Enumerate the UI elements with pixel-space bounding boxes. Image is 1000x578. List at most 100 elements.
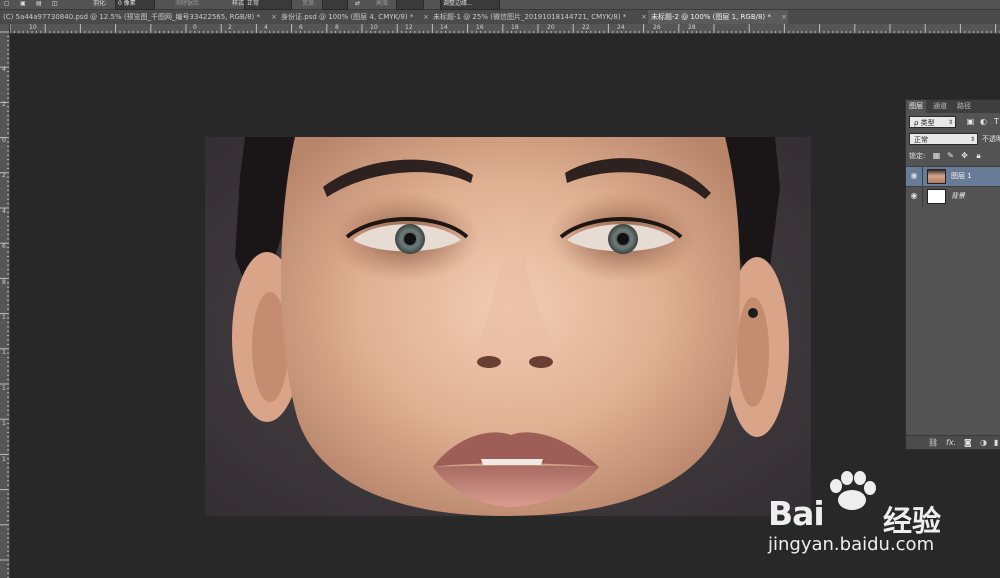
selection-add-icon[interactable]: ▤ xyxy=(36,0,44,10)
lock-label: 锁定: xyxy=(909,152,926,160)
height-input[interactable] xyxy=(396,0,424,10)
ruler-label: 0 xyxy=(2,137,6,144)
portrait-image xyxy=(205,137,811,516)
divider xyxy=(922,167,923,187)
ruler-label: 2 xyxy=(2,172,6,179)
ruler-label: 10 xyxy=(370,24,378,31)
ruler-label: 8 xyxy=(335,24,339,31)
ruler-label: 10 xyxy=(29,24,37,31)
ruler-label: 26 xyxy=(653,24,661,31)
panel-tab-bar: 图层 通道 路径 xyxy=(906,100,1000,113)
options-bar: ▢ ▣ ▤ ◫ 羽化: 0 像素 消除锯齿 样式: 正常 宽度: ⇄ 高度: 调… xyxy=(0,0,1000,10)
tab-doc-2[interactable]: 身份证.psd @ 100% (图层 4, CMYK/8) * × xyxy=(278,10,430,24)
layer-name: 图层 1 xyxy=(951,172,972,180)
width-input[interactable] xyxy=(322,0,348,10)
close-icon[interactable]: × xyxy=(271,10,277,24)
tab-layers[interactable]: 图层 xyxy=(906,100,926,113)
ruler-label: 24 xyxy=(617,24,625,31)
ruler-label: 20 xyxy=(547,24,555,31)
ruler-label: 6 xyxy=(299,24,303,31)
antialias-checkbox[interactable]: 消除锯齿 xyxy=(175,0,199,10)
ruler-label: 1 xyxy=(2,420,6,427)
watermark-brand: Bai xyxy=(768,494,825,533)
tab-paths[interactable]: 路径 xyxy=(954,100,974,113)
ruler-label: 28 xyxy=(688,24,696,31)
lock-position-icon[interactable]: ✥ xyxy=(960,151,969,160)
group-icon[interactable]: ▮ xyxy=(994,438,998,448)
lock-brush-icon[interactable]: ✎ xyxy=(946,151,955,160)
tab-doc-4-active[interactable]: 未标题-2 @ 100% (图层 1, RGB/8) * × xyxy=(648,10,788,24)
ruler-label: 12 xyxy=(405,24,413,31)
ruler-ticks xyxy=(10,24,1000,33)
ruler-label: 0 xyxy=(193,24,197,31)
paw-logo-icon xyxy=(830,471,876,510)
tab-doc-1[interactable]: (C) 5a44a97730840.psd @ 12.5% (预览图_千图网_编… xyxy=(0,10,278,24)
selection-mode-icon[interactable]: ▣ xyxy=(20,0,28,10)
refine-edge-button[interactable]: 调整边缘... xyxy=(440,0,500,10)
lock-all-icon[interactable]: 🔒︎ xyxy=(974,151,983,160)
tab-label: 未标题-1 @ 25% (微信图片_20191018144721, CMYK/8… xyxy=(433,13,627,21)
filter-type-icon[interactable]: T xyxy=(992,117,1000,126)
ruler-label: 22 xyxy=(582,24,590,31)
filter-pixel-icon[interactable]: ▣ xyxy=(966,117,975,126)
tab-doc-3[interactable]: 未标题-1 @ 25% (微信图片_20191018144721, CMYK/8… xyxy=(430,10,648,24)
blend-row: 正常 ⇕ 不透明 xyxy=(906,131,1000,148)
watermark-url: jingyan.baidu.com xyxy=(768,534,935,555)
layer-thumbnail xyxy=(927,169,946,184)
ruler-label: 18 xyxy=(511,24,519,31)
lock-row: 锁定: ▦ ✎ ✥ 🔒︎ xyxy=(906,148,1000,165)
tab-label: 未标题-2 @ 100% (图层 1, RGB/8) * xyxy=(651,13,771,21)
divider xyxy=(922,187,923,207)
style-select[interactable]: 正常 xyxy=(244,0,292,10)
close-icon[interactable]: × xyxy=(423,10,429,24)
eye-icon[interactable]: ◉ xyxy=(909,171,919,181)
ruler-label: 2 xyxy=(228,24,232,31)
close-icon[interactable]: × xyxy=(641,10,647,24)
layer-row-background[interactable]: ◉ 背景 xyxy=(906,186,1000,207)
kind-filter-select[interactable]: ρ 类型 ⇕ xyxy=(909,116,956,128)
height-label: 高度: xyxy=(376,0,391,7)
opacity-label: 不透明 xyxy=(982,135,1000,143)
ruler-label: 2 xyxy=(2,101,6,108)
tab-channels[interactable]: 通道 xyxy=(930,100,950,113)
ruler-label: 1 xyxy=(2,349,6,356)
selection-subtract-icon[interactable]: ◫ xyxy=(52,0,60,10)
blend-mode-select[interactable]: 正常 ⇕ xyxy=(909,133,978,145)
swap-icon[interactable]: ⇄ xyxy=(355,0,360,10)
ruler-label: 4 xyxy=(2,208,6,215)
ruler-label: 4 xyxy=(264,24,268,31)
chevron-down-icon: ⇕ xyxy=(969,136,975,143)
ruler-label: 1 xyxy=(2,314,6,321)
tab-label: 身份证.psd @ 100% (图层 4, CMYK/8) * xyxy=(281,13,414,21)
layer-name: 背景 xyxy=(951,192,965,200)
tab-label: (C) 5a44a97730840.psd @ 12.5% (预览图_千图网_编… xyxy=(3,13,260,21)
link-icon[interactable]: ⛓ xyxy=(928,438,938,448)
ruler-label: 4 xyxy=(2,66,6,73)
ruler-vertical[interactable]: 4 2 0 2 4 6 8 1 1 1 1 1 xyxy=(0,24,10,578)
close-icon[interactable]: × xyxy=(781,10,787,24)
ruler-label: 16 xyxy=(476,24,484,31)
lock-transparent-icon[interactable]: ▦ xyxy=(932,151,941,160)
document-canvas[interactable] xyxy=(205,137,811,516)
filter-adjustment-icon[interactable]: ◐ xyxy=(979,117,988,126)
kind-filter-value: ρ 类型 xyxy=(914,119,935,127)
feather-input[interactable]: 0 像素 xyxy=(115,0,155,10)
filter-row: ρ 类型 ⇕ ▣ ◐ T xyxy=(906,114,1000,131)
ruler-label: 1 xyxy=(2,385,6,392)
chevron-down-icon: ⇕ xyxy=(947,119,953,126)
fx-icon[interactable]: fx. xyxy=(946,438,956,448)
layer-row-1[interactable]: ◉ 图层 1 xyxy=(906,166,1000,187)
layer-thumbnail xyxy=(927,189,946,204)
tool-icon[interactable]: ▢ xyxy=(4,0,12,10)
eye-icon[interactable]: ◉ xyxy=(909,191,919,201)
ruler-label: 14 xyxy=(440,24,448,31)
layers-footer: ⛓ fx. ◙ ◑ ▮ xyxy=(906,435,1000,449)
adjustment-icon[interactable]: ◑ xyxy=(980,438,987,448)
feather-label: 羽化: xyxy=(93,0,108,7)
blend-mode-value: 正常 xyxy=(914,136,928,144)
ruler-label: 6 xyxy=(2,243,6,250)
width-label: 宽度: xyxy=(302,0,317,7)
ruler-horizontal[interactable]: 10 0 2 4 6 8 10 12 14 16 18 20 22 24 26 … xyxy=(10,24,1000,34)
mask-icon[interactable]: ◙ xyxy=(964,438,972,448)
ruler-label: 1 xyxy=(2,456,6,463)
